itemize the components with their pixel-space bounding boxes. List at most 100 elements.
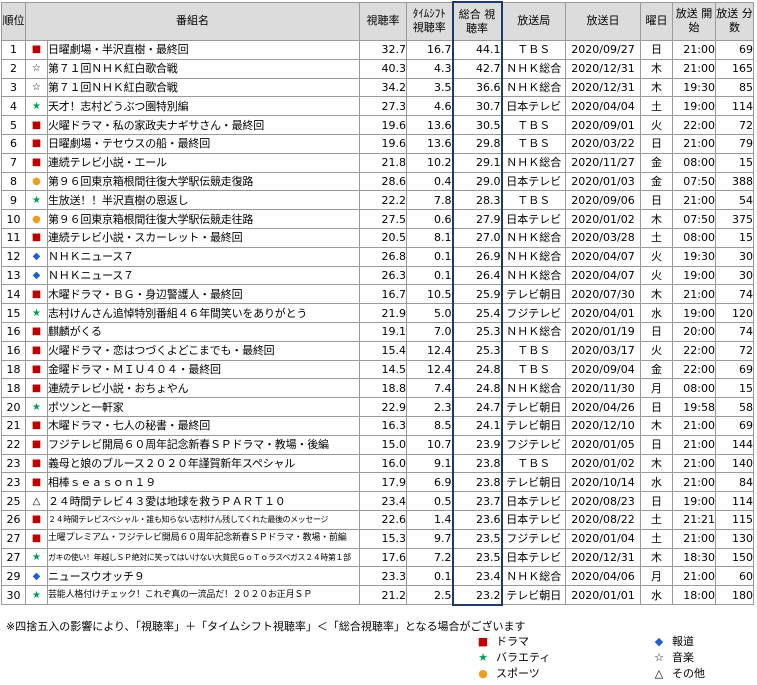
total-cell: 23.5 [451,528,503,549]
date-cell: 2020/09/01 [565,115,641,135]
minutes-cell: 69 [715,40,754,60]
timeshift-cell: 4.3 [406,58,453,79]
date-cell: 2020/09/27 [565,40,641,60]
start-cell: 19:00 [672,303,716,323]
timeshift-cell: 10.5 [406,284,453,305]
table-row: 8 ● 第９６回東京箱根間往復大学駅伝競走復路 28.6 0.4 29.0 日本テレビ 202… [1,171,754,192]
table-row: 27 ■ 土曜プレミアム・フジテレビ開局６０周年記念新春ＳＰドラマ・教場・前編 15.… [1,528,754,549]
timeshift-cell: 0.1 [406,566,453,587]
genre-mark-icon: ◆ [25,566,48,587]
total-cell: 27.9 [451,209,503,229]
title-cell: フジテレビ開局６０周年記念新春ＳＰドラマ・教場・後編 [47,434,360,455]
rounding-note: ※四捨五入の影響により、「視聴率」＋「タイムシフト視聴率」＜「総合視聴率」となる… [6,620,526,633]
table-row: 6 ■ 日曜劇場・テセウスの船・最終回 19.6 13.6 29.8 ＴＢＳ 2020/03/… [1,133,754,154]
total-cell: 23.7 [451,491,503,511]
start-cell: 21:00 [672,472,716,493]
day-cell: 木 [640,453,673,474]
header-date: 放送日 [565,1,641,41]
day-cell: 金 [640,152,673,173]
start-cell: 21:00 [672,40,716,60]
minutes-cell: 84 [715,472,754,493]
legend-item-other: △ その他 [652,665,705,681]
total-cell: 23.5 [451,547,503,568]
timeshift-cell: 10.7 [406,434,453,455]
total-cell: 29.8 [451,133,503,154]
legend-item-news: ◆ 報道 [652,633,694,649]
day-cell: 水 [640,585,673,606]
rating-cell: 21.2 [359,585,407,606]
total-cell: 44.1 [451,40,503,60]
genre-mark-icon: ☆ [25,77,48,98]
start-cell: 19:00 [672,491,716,511]
title-cell: 連続テレビ小説・おちょやん [47,378,360,399]
minutes-cell: 165 [715,58,754,79]
day-cell: 土 [640,227,673,248]
header-timeshift: ﾀｲﾑｼﾌﾄ 視聴率 [406,1,453,41]
table-row: 23 ■ 義母と娘のブルース２０２０年謹賀新年スペシャル 16.0 9.1 23.8 ＴＢＳ… [1,453,754,474]
station-cell: 日本テレビ [501,171,566,192]
timeshift-cell: 0.6 [406,209,453,229]
day-cell: 日 [640,397,673,417]
title-cell: 第７１回ＮＨＫ紅白歌合戦 [47,58,360,79]
genre-mark-icon: △ [25,491,48,511]
timeshift-cell: 4.6 [406,96,453,117]
rank-cell: 10 [1,209,26,229]
table-row: 30 ★ 芸能人格付けチェック！これぞ真の一流品だ！２０２０お正月ＳＰ 21.2 2.5… [1,585,754,606]
day-cell: 金 [640,171,673,192]
table-row: 16 ■ 火曜ドラマ・恋はつづくよどこまでも・最終回 15.4 12.4 25.3 ＴＢＳ 2… [1,340,754,361]
rating-cell: 26.3 [359,265,407,286]
genre-mark-icon: ■ [25,359,48,380]
day-cell: 水 [640,472,673,493]
total-cell: 28.3 [451,190,503,211]
rank-cell: 7 [1,152,26,173]
total-cell: 25.9 [451,284,503,305]
date-cell: 2020/01/03 [565,171,641,192]
rating-cell: 14.5 [359,359,407,380]
start-cell: 21:00 [672,284,716,305]
variety-mark-icon: ★ [478,651,488,664]
minutes-cell: 72 [715,115,754,135]
rank-cell: 27 [1,547,26,568]
genre-mark-icon: ■ [25,115,48,135]
start-cell: 18:30 [672,547,716,568]
legend-item-variety: ★ バラエティ [476,649,550,665]
station-cell: フジテレビ [501,303,566,323]
legend-label: 音楽 [672,651,694,664]
rank-cell: 9 [1,190,26,211]
date-cell: 2020/11/27 [565,152,641,173]
title-cell: ガキの使い！年越しＳＰ絶対に笑ってはいけない大貧民ＧｏＴｏラスベガス２４時第１部 [47,547,360,568]
timeshift-cell: 16.7 [406,40,453,60]
genre-mark-icon: ■ [25,472,48,493]
date-cell: 2020/12/31 [565,58,641,79]
day-cell: 木 [640,58,673,79]
station-cell: テレビ朝日 [501,284,566,305]
rank-cell: 12 [1,246,26,267]
day-cell: 木 [640,415,673,436]
rating-cell: 23.4 [359,491,407,511]
title-cell: 木曜ドラマ・ＢＧ・身辺警護人・最終回 [47,284,360,305]
date-cell: 2020/12/10 [565,415,641,436]
minutes-cell: 54 [715,190,754,211]
rank-cell: 27 [1,528,26,549]
genre-mark-icon: ■ [25,340,48,361]
rating-cell: 19.6 [359,115,407,135]
minutes-cell: 114 [715,491,754,511]
title-cell: ポツンと一軒家 [47,397,360,417]
total-cell: 26.4 [451,265,503,286]
legend-label: ドラマ [496,635,529,648]
timeshift-cell: 12.4 [406,359,453,380]
genre-mark-icon: ● [25,209,48,229]
rank-cell: 2 [1,58,26,79]
total-cell: 25.3 [451,340,503,361]
title-cell: 第７１回ＮＨＫ紅白歌合戦 [47,77,360,98]
table-row: 11 ■ 連続テレビ小説・スカーレット・最終回 20.5 8.1 27.0 ＮＨＫ総合 202… [1,227,754,248]
header-start: 放送 開始 [672,1,716,41]
legend-item-music: ☆ 音楽 [652,649,694,665]
genre-mark-icon: ■ [25,509,48,530]
title-cell: 義母と娘のブルース２０２０年謹賀新年スペシャル [47,453,360,474]
total-cell: 30.7 [451,96,503,117]
timeshift-cell: 8.5 [406,415,453,436]
date-cell: 2020/09/04 [565,359,641,380]
table-row: 21 ■ 木曜ドラマ・七人の秘書・最終回 16.3 8.5 24.1 テレビ朝日 2020/1… [1,415,754,436]
station-cell: ＴＢＳ [501,40,566,60]
